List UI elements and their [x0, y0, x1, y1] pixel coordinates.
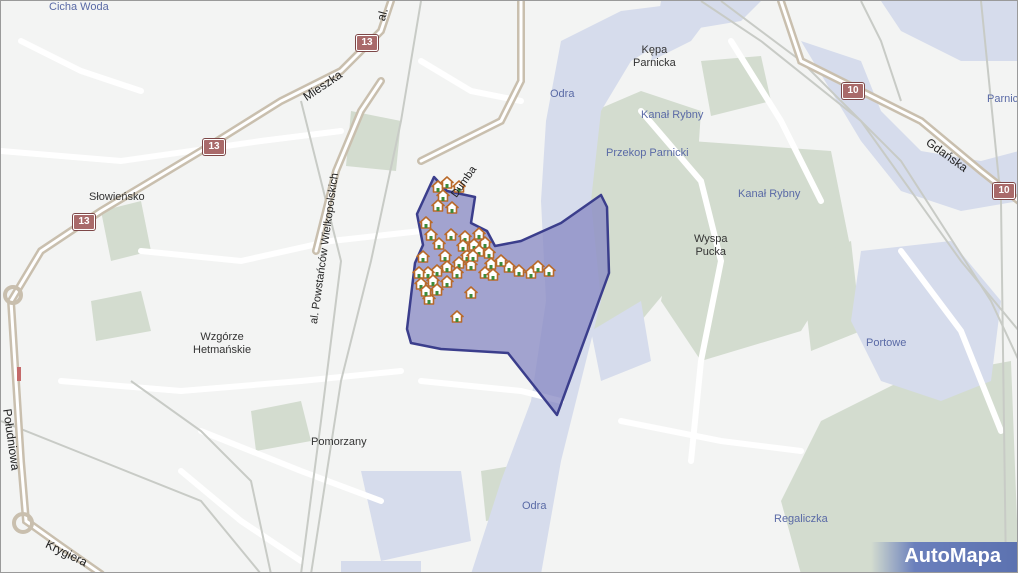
label-cicha-woda: Cicha Woda [49, 1, 109, 13]
label-kanal-rybny-2: Kanał Rybny [738, 188, 801, 200]
house-marker-icon[interactable] [445, 201, 459, 214]
label-pomorzany: Pomorzany [311, 436, 367, 448]
automapa-logo: AutoMapa [871, 542, 1017, 572]
house-marker-icon[interactable] [450, 266, 464, 279]
label-odra-top: Odra [550, 88, 575, 100]
house-marker-icon[interactable] [464, 286, 478, 299]
house-marker-icon[interactable] [416, 250, 430, 263]
road-shield-10: 10 [993, 183, 1015, 199]
label-przekop-parnicki: Przekop Parnicki [606, 147, 689, 159]
house-marker-icon[interactable] [494, 254, 508, 267]
edge-marker [17, 367, 21, 381]
map-base [1, 1, 1017, 572]
label-parnica: Parnica [987, 93, 1018, 105]
road-shield-13: 13 [73, 214, 95, 230]
house-marker-icon[interactable] [472, 227, 486, 240]
road-shield-13: 13 [356, 35, 378, 51]
label-kanal-rybny-1: Kanał Rybny [641, 109, 704, 121]
map-view[interactable]: Cicha Woda Słowieńsko Wzgórze Hetmańskie … [0, 0, 1018, 573]
house-marker-icon[interactable] [456, 239, 470, 252]
road-shield-10: 10 [842, 83, 864, 99]
label-slowiensko: Słowieńsko [89, 191, 145, 203]
label-wzgorze-hetmanskie: Wzgórze Hetmańskie [193, 331, 252, 356]
label-odra-bottom: Odra [522, 500, 547, 512]
house-marker-icon[interactable] [542, 264, 556, 277]
label-wyspa-pucka: Wyspa Pucka [694, 233, 728, 258]
house-marker-icon[interactable] [431, 199, 445, 212]
house-marker-icon[interactable] [430, 283, 444, 296]
road-shield-13: 13 [203, 139, 225, 155]
label-portowe: Portowe [866, 337, 907, 349]
label-kepa-parnicka: Kępa Parnicka [633, 44, 676, 69]
label-regaliczka: Regaliczka [774, 513, 828, 525]
house-marker-icon[interactable] [486, 268, 500, 281]
house-marker-icon[interactable] [450, 310, 464, 323]
house-marker-icon[interactable] [438, 249, 452, 262]
